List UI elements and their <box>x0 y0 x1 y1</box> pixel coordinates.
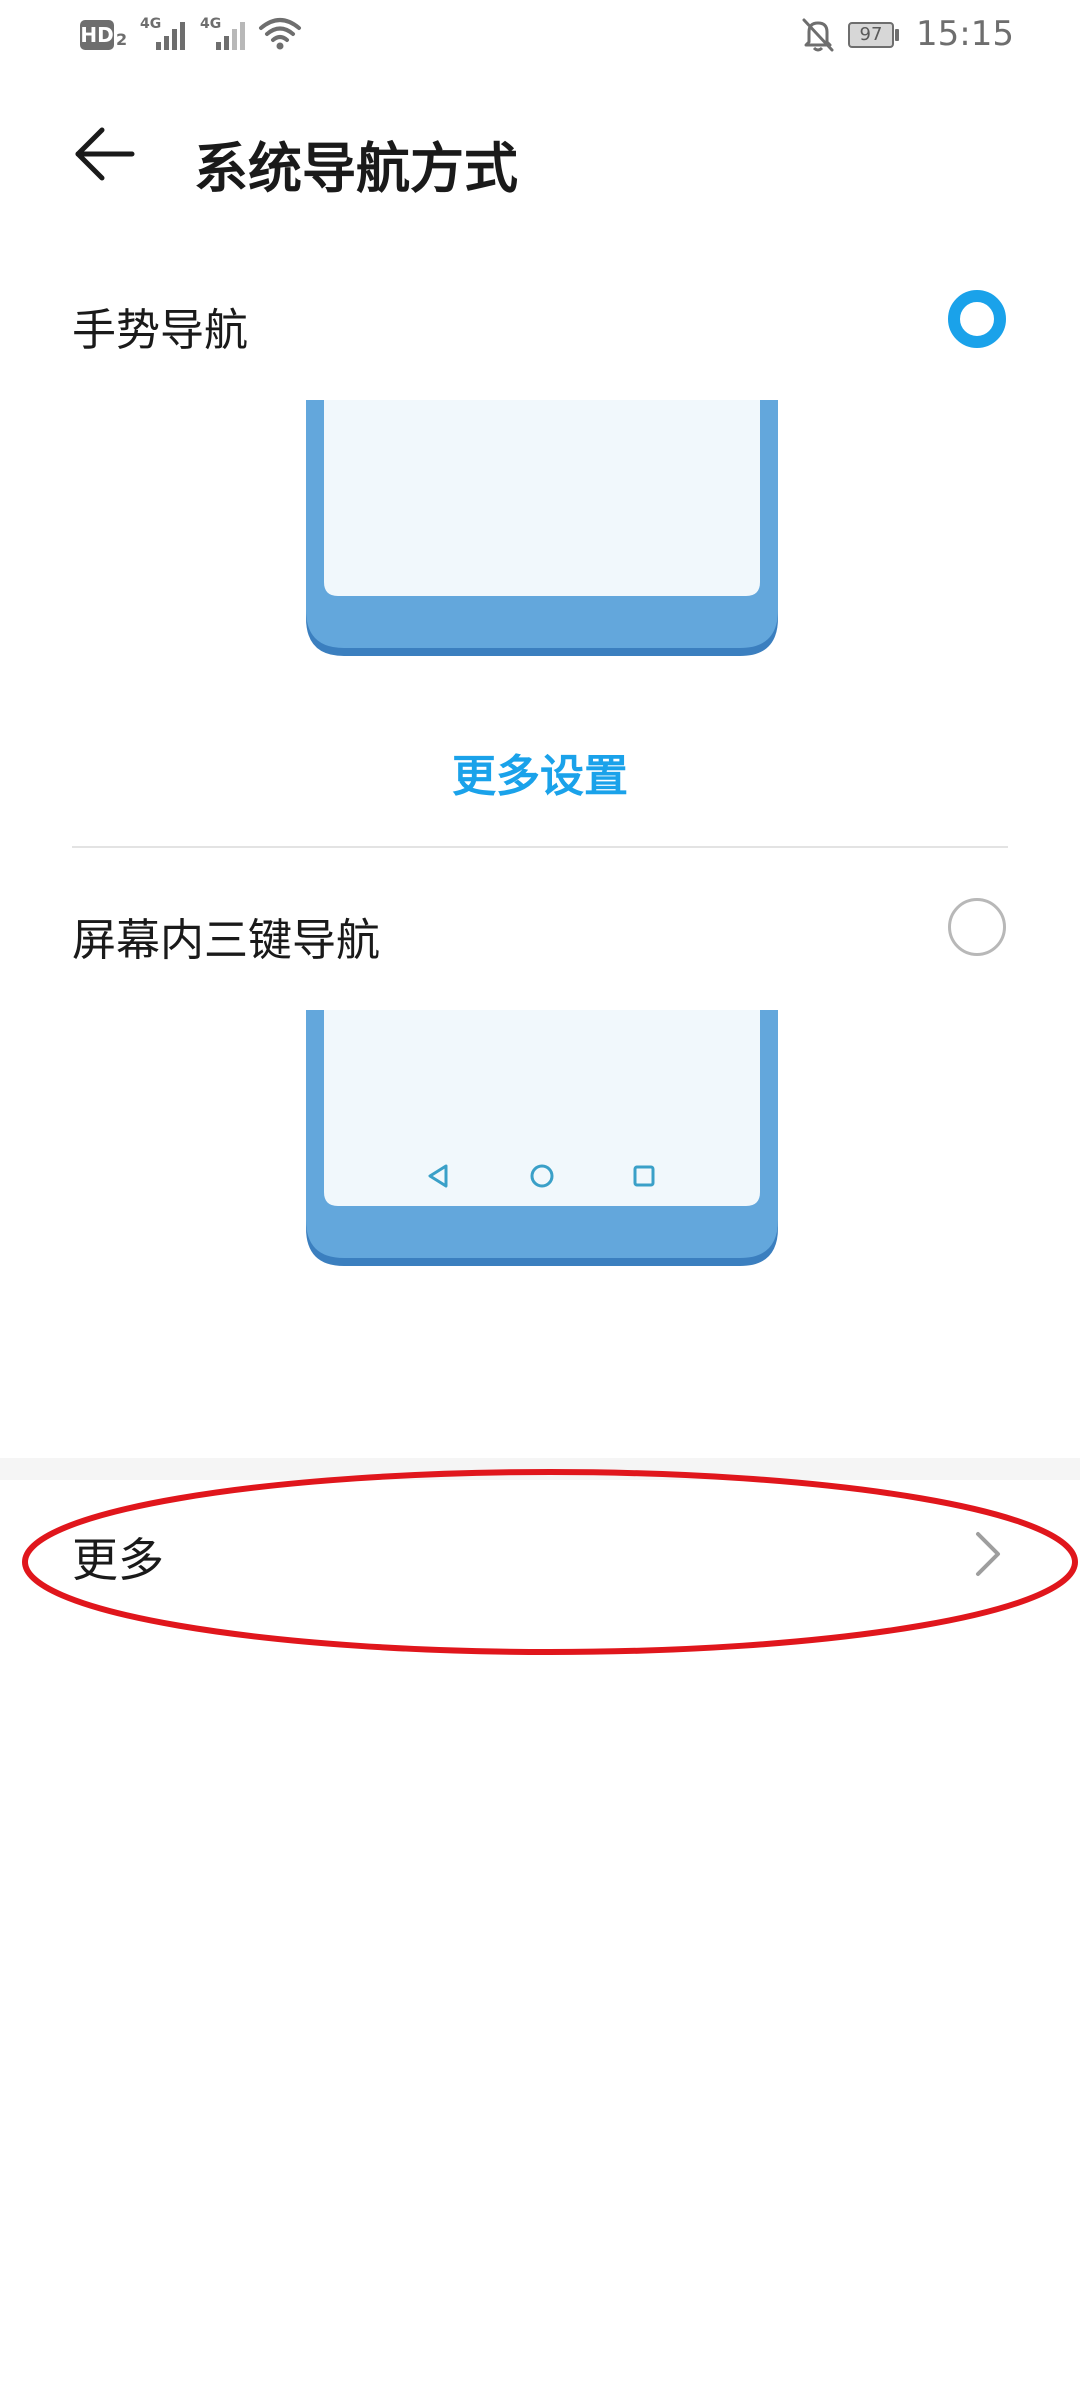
more-row[interactable]: 更多 <box>0 1480 1080 1626</box>
radio-three-key-navigation[interactable] <box>948 898 1006 956</box>
radio-gesture-navigation[interactable] <box>948 290 1006 348</box>
section-separator <box>0 1458 1080 1480</box>
option-three-key-navigation-label[interactable]: 屏幕内三键导航 <box>72 904 380 968</box>
battery-level: 97 <box>848 22 894 48</box>
wifi-icon <box>259 18 301 50</box>
battery-nub <box>895 29 899 41</box>
arrow-left-icon[interactable] <box>72 122 136 186</box>
signal-icon <box>156 22 185 50</box>
page-title: 系统导航方式 <box>194 137 518 200</box>
more-label: 更多 <box>72 1533 164 1587</box>
divider <box>72 846 1008 848</box>
bell-off-icon <box>802 18 834 52</box>
battery-icon: 97 <box>848 22 900 48</box>
hd-badge: HD <box>80 20 114 50</box>
three-key-navigation-preview <box>306 1010 778 1266</box>
signal-icon-2 <box>216 22 245 50</box>
clock: 15:15 <box>916 14 1014 54</box>
hd-sub-label: 2 <box>116 30 128 49</box>
more-settings-button[interactable]: 更多设置 <box>0 740 1080 804</box>
status-bar: HD 2 4G 4G 97 15:15 <box>0 0 1080 72</box>
gesture-navigation-preview <box>306 400 778 656</box>
option-gesture-navigation-label[interactable]: 手势导航 <box>72 294 248 358</box>
screen: HD 2 4G 4G 97 15:15 系统导航方式 手势导航 更多设置 屏幕内… <box>0 0 1080 2400</box>
chevron-right-icon <box>976 1532 1000 1576</box>
